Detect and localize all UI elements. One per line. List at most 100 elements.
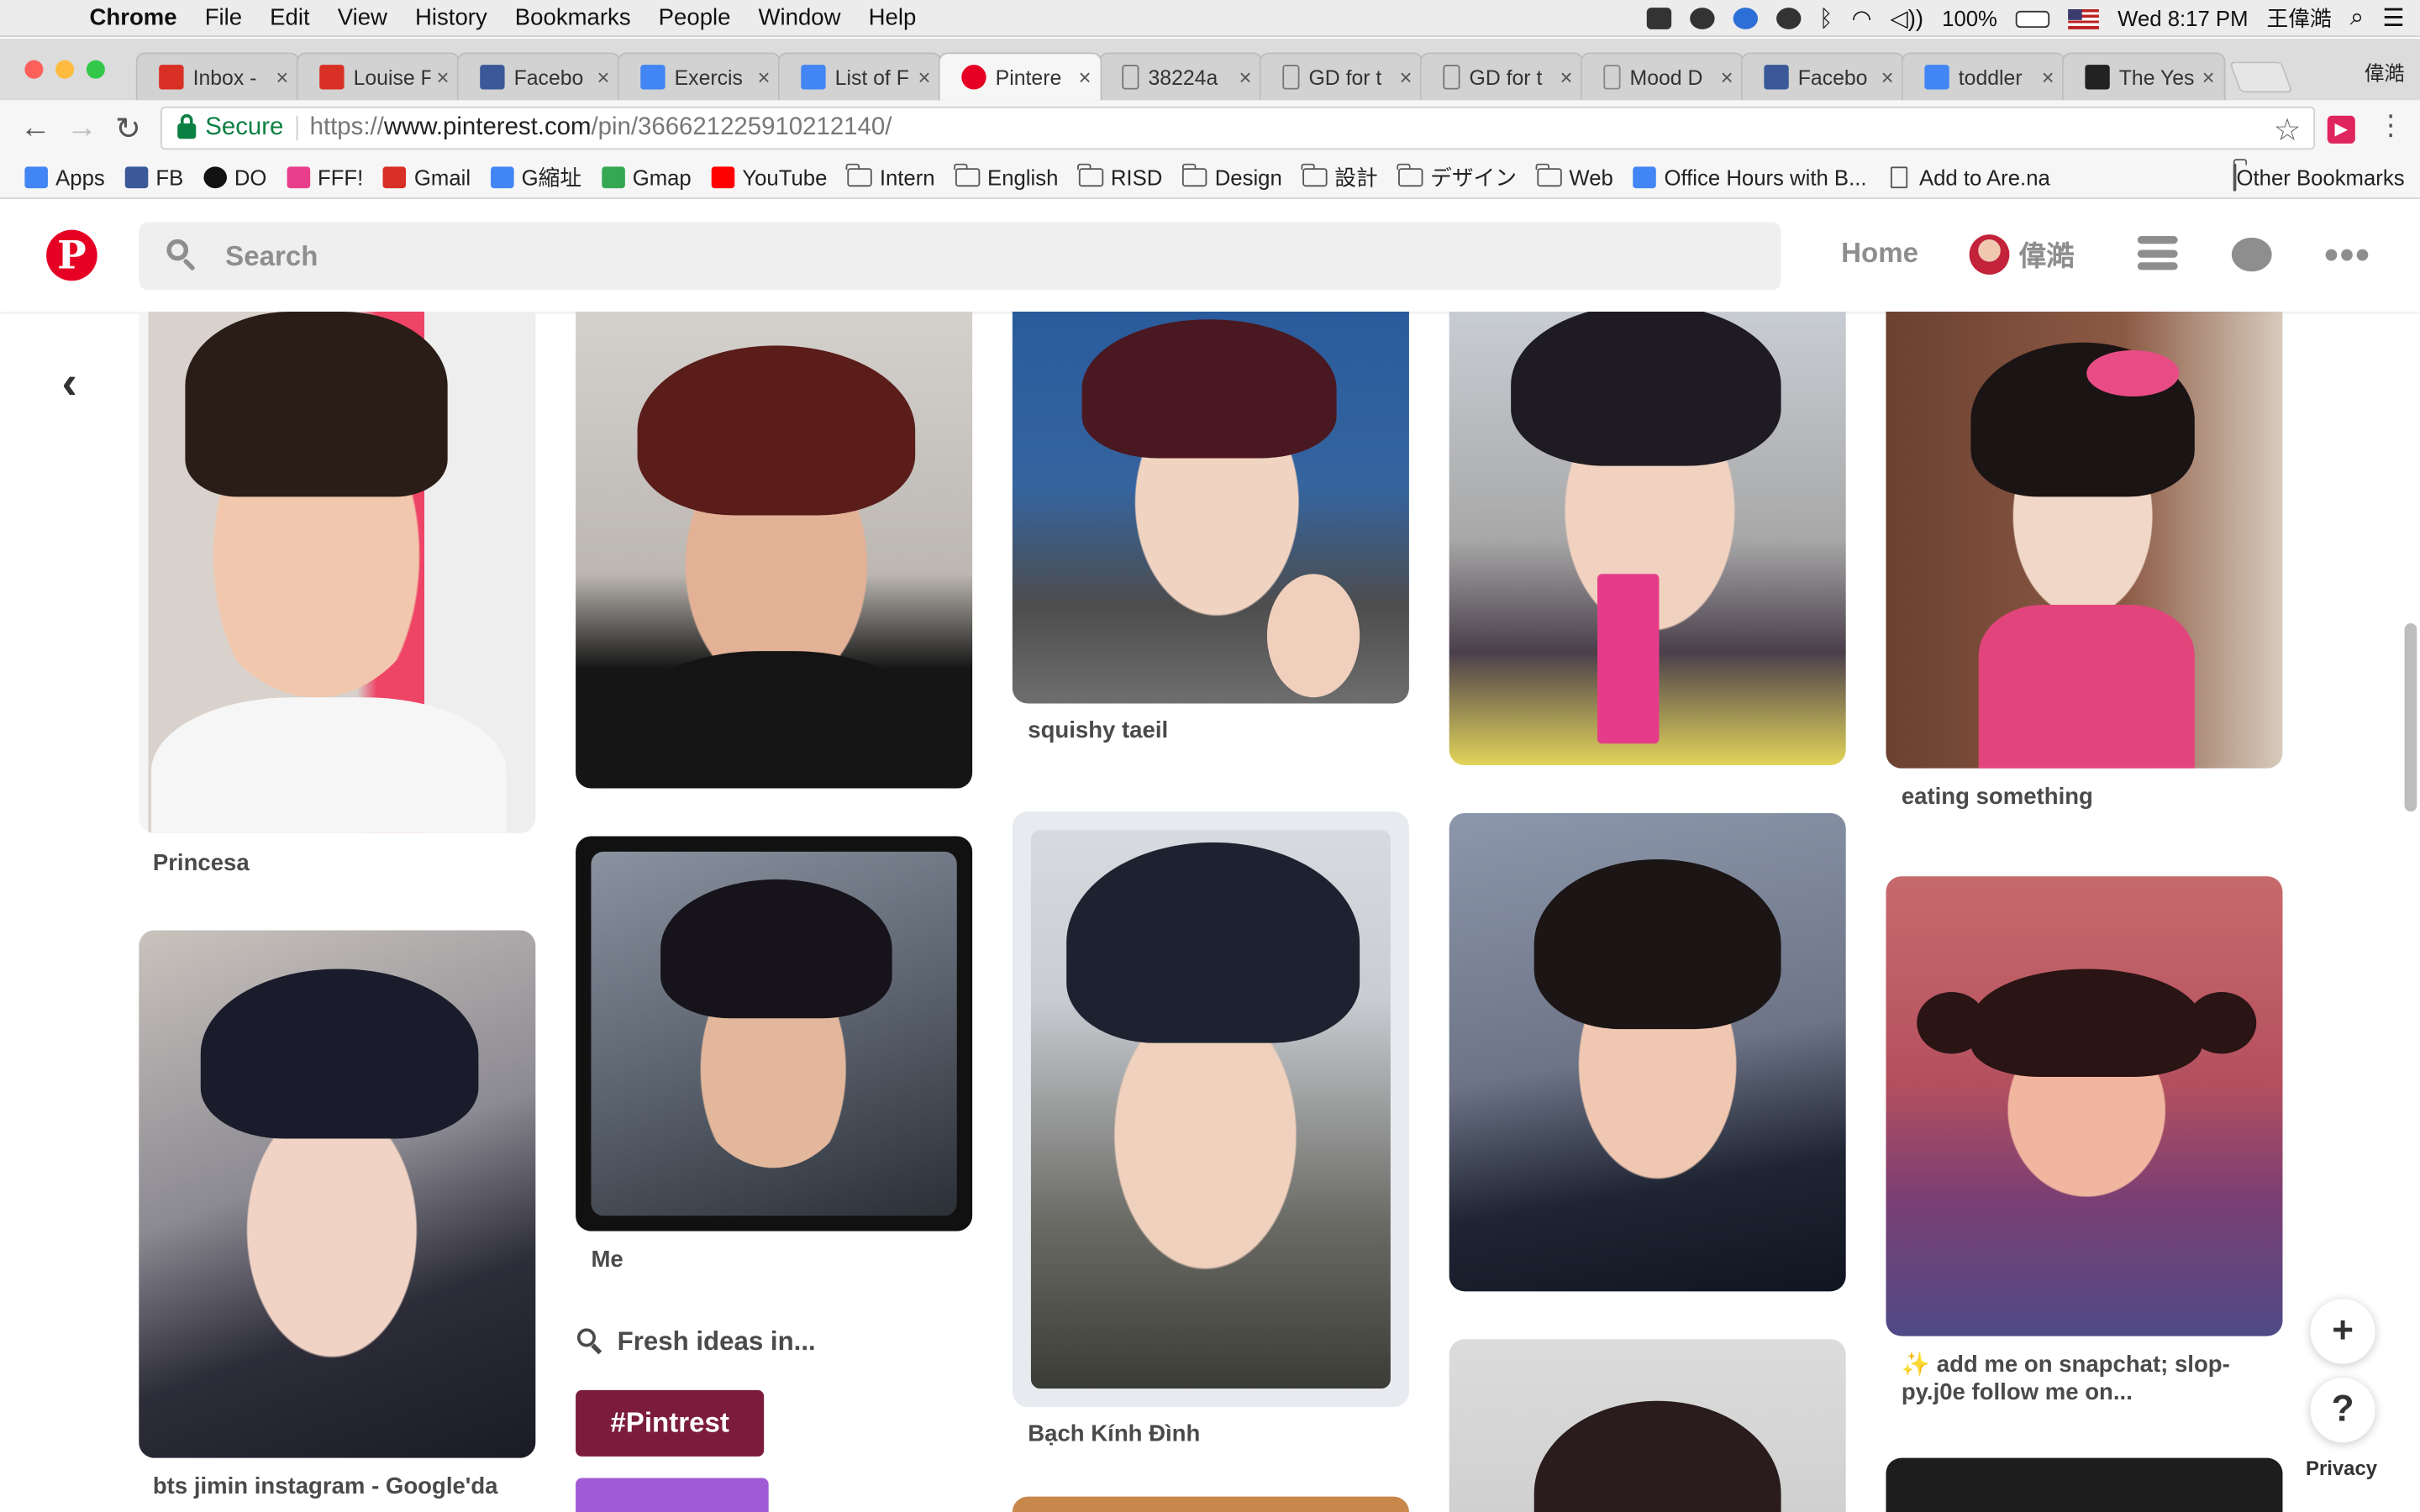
- bookmark-15[interactable]: Office Hours with B...: [1633, 165, 1867, 189]
- bookmark-2[interactable]: DO: [203, 165, 266, 189]
- close-tab-icon[interactable]: ×: [597, 65, 609, 89]
- back-icon[interactable]: ←: [13, 110, 59, 145]
- bookmark-5[interactable]: G縮址: [490, 161, 581, 192]
- tab-6[interactable]: 38224a ×: [1098, 52, 1263, 101]
- bookmark-6[interactable]: Gmap: [601, 165, 692, 189]
- tab-2[interactable]: Facebo ×: [456, 52, 621, 101]
- pin-caption-eating[interactable]: eating something: [1902, 784, 2093, 811]
- pin-girl-eating[interactable]: [1886, 312, 2283, 769]
- close-tab-icon[interactable]: ×: [1560, 65, 1573, 89]
- zoom-window-button[interactable]: [86, 60, 105, 79]
- menu-view[interactable]: View: [324, 5, 401, 31]
- bookmark-11[interactable]: Design: [1181, 162, 1282, 189]
- reload-icon[interactable]: ↻: [105, 108, 151, 147]
- battery-icon[interactable]: [2015, 9, 2050, 28]
- add-pin-button[interactable]: +: [2310, 1299, 2375, 1364]
- minimize-window-button[interactable]: [55, 60, 75, 79]
- close-tab-icon[interactable]: ×: [918, 65, 930, 89]
- bookmark-13[interactable]: デザイン: [1397, 161, 1517, 192]
- tab-0[interactable]: Inbox - ×: [135, 52, 300, 101]
- volume-icon[interactable]: ◁)): [1891, 5, 1924, 32]
- home-link[interactable]: Home: [1841, 238, 1918, 270]
- pin-princesa[interactable]: [139, 312, 536, 833]
- bookmark-16[interactable]: Add to Are.na: [1886, 165, 2050, 189]
- search-input[interactable]: Search: [139, 222, 1781, 291]
- bookmark-4[interactable]: Gmail: [383, 165, 471, 189]
- pin-caption-squishy[interactable]: squishy taeil: [1028, 717, 1168, 745]
- tab-8[interactable]: GD for t ×: [1419, 52, 1584, 101]
- tab-4[interactable]: List of F ×: [777, 52, 942, 101]
- back-chevron-icon[interactable]: ‹: [61, 358, 76, 410]
- bookmark-14[interactable]: Web: [1535, 162, 1613, 189]
- tab-11[interactable]: toddler ×: [1901, 52, 2065, 101]
- wifi-icon[interactable]: ◠: [1851, 5, 1871, 32]
- close-tab-icon[interactable]: ×: [1400, 65, 1413, 89]
- bluetooth-icon[interactable]: ᛒ: [1819, 5, 1833, 31]
- menu-bookmarks[interactable]: Bookmarks: [501, 5, 644, 31]
- pin-boy-drink[interactable]: [1449, 312, 1846, 766]
- pin-boo-snapchat[interactable]: [1886, 876, 2283, 1336]
- new-tab-button[interactable]: [2228, 61, 2293, 93]
- close-tab-icon[interactable]: ×: [1079, 65, 1092, 89]
- more-button[interactable]: •••: [2324, 234, 2371, 275]
- tab-9[interactable]: Mood D ×: [1580, 52, 1744, 101]
- profile-button[interactable]: 偉澔: [2365, 57, 2405, 87]
- bookmark-0[interactable]: Apps: [24, 165, 105, 189]
- menu-file[interactable]: File: [191, 5, 255, 31]
- menubar-user[interactable]: 王偉澔: [2267, 3, 2332, 34]
- notification-center-icon[interactable]: ☰: [2382, 3, 2404, 34]
- privacy-link[interactable]: Privacy: [2306, 1457, 2377, 1480]
- pin-boy-turtleneck[interactable]: [1449, 812, 1846, 1292]
- hashtag-pintrest-button[interactable]: #Pintrest: [576, 1389, 765, 1457]
- bookmark-10[interactable]: RISD: [1077, 162, 1162, 189]
- pin-caption-me[interactable]: Me: [591, 1247, 623, 1274]
- close-tab-icon[interactable]: ×: [276, 65, 288, 89]
- pin-bach-kinh-dinh[interactable]: [1012, 811, 1409, 1408]
- dropbox-icon[interactable]: [1646, 8, 1671, 29]
- pinterest-logo-icon[interactable]: P: [46, 229, 97, 281]
- tab-12[interactable]: The Yes ×: [2061, 52, 2226, 101]
- messages-button[interactable]: [2231, 237, 2272, 272]
- input-source-flag-icon[interactable]: [2068, 8, 2100, 29]
- bookmark-3[interactable]: FFF!: [287, 165, 363, 189]
- menu-window[interactable]: Window: [744, 5, 855, 31]
- chrome-menu-icon[interactable]: ⋮: [2377, 109, 2405, 142]
- spotlight-icon[interactable]: ⌕: [2350, 5, 2364, 33]
- pin-caption-snapchat[interactable]: ✨ add me on snapchat; slop-py.j0e follow…: [1902, 1352, 2272, 1407]
- forward-icon[interactable]: →: [59, 110, 105, 145]
- pin-partial-col4[interactable]: [1449, 1339, 1846, 1512]
- close-tab-icon[interactable]: ×: [2202, 65, 2215, 89]
- help-button[interactable]: ?: [2310, 1378, 2375, 1443]
- extension-icon[interactable]: ▶: [2327, 115, 2355, 144]
- close-tab-icon[interactable]: ×: [436, 65, 449, 89]
- pin-squishy-taeil[interactable]: [1012, 312, 1409, 704]
- pin-partial-col5[interactable]: [1886, 1457, 2283, 1512]
- menu-app-name[interactable]: Chrome: [68, 5, 191, 31]
- tab-10[interactable]: Facebo ×: [1740, 52, 1905, 101]
- page-scrollbar[interactable]: [2404, 623, 2417, 812]
- close-tab-icon[interactable]: ×: [2042, 65, 2054, 89]
- time-machine-icon[interactable]: [1776, 8, 1801, 29]
- pin-jimin[interactable]: [139, 930, 536, 1458]
- bookmark-1[interactable]: FB: [124, 165, 183, 189]
- tab-1[interactable]: Louise F ×: [296, 52, 460, 101]
- pin-caption-princesa[interactable]: Princesa: [153, 850, 250, 878]
- bookmark-12[interactable]: 設計: [1301, 161, 1378, 192]
- bookmark-7[interactable]: YouTube: [711, 165, 827, 189]
- tab-5[interactable]: Pintere ×: [938, 52, 1102, 101]
- close-tab-icon[interactable]: ×: [757, 65, 770, 89]
- menu-history[interactable]: History: [401, 5, 501, 31]
- pin-boy-pout[interactable]: [576, 312, 973, 789]
- pin-caption-jimin[interactable]: bts jimin instagram - Google'da: [153, 1473, 498, 1501]
- bookmark-star-icon[interactable]: ☆: [2274, 111, 2302, 150]
- address-bar[interactable]: Secure https:// www.pinterest.com /pin/3…: [160, 106, 2316, 150]
- hashtag-button[interactable]: [576, 1478, 769, 1512]
- menubar-clock[interactable]: Wed 8:17 PM: [2118, 6, 2248, 30]
- profile-link[interactable]: 偉澔: [1969, 234, 2075, 275]
- tab-3[interactable]: Exercis ×: [617, 52, 781, 101]
- tab-7[interactable]: GD for t ×: [1259, 52, 1423, 101]
- cloud-icon[interactable]: [1689, 8, 1714, 29]
- close-tab-icon[interactable]: ×: [1881, 65, 1894, 89]
- close-tab-icon[interactable]: ×: [1721, 65, 1733, 89]
- other-bookmarks[interactable]: Other Bookmarks: [2233, 163, 2405, 192]
